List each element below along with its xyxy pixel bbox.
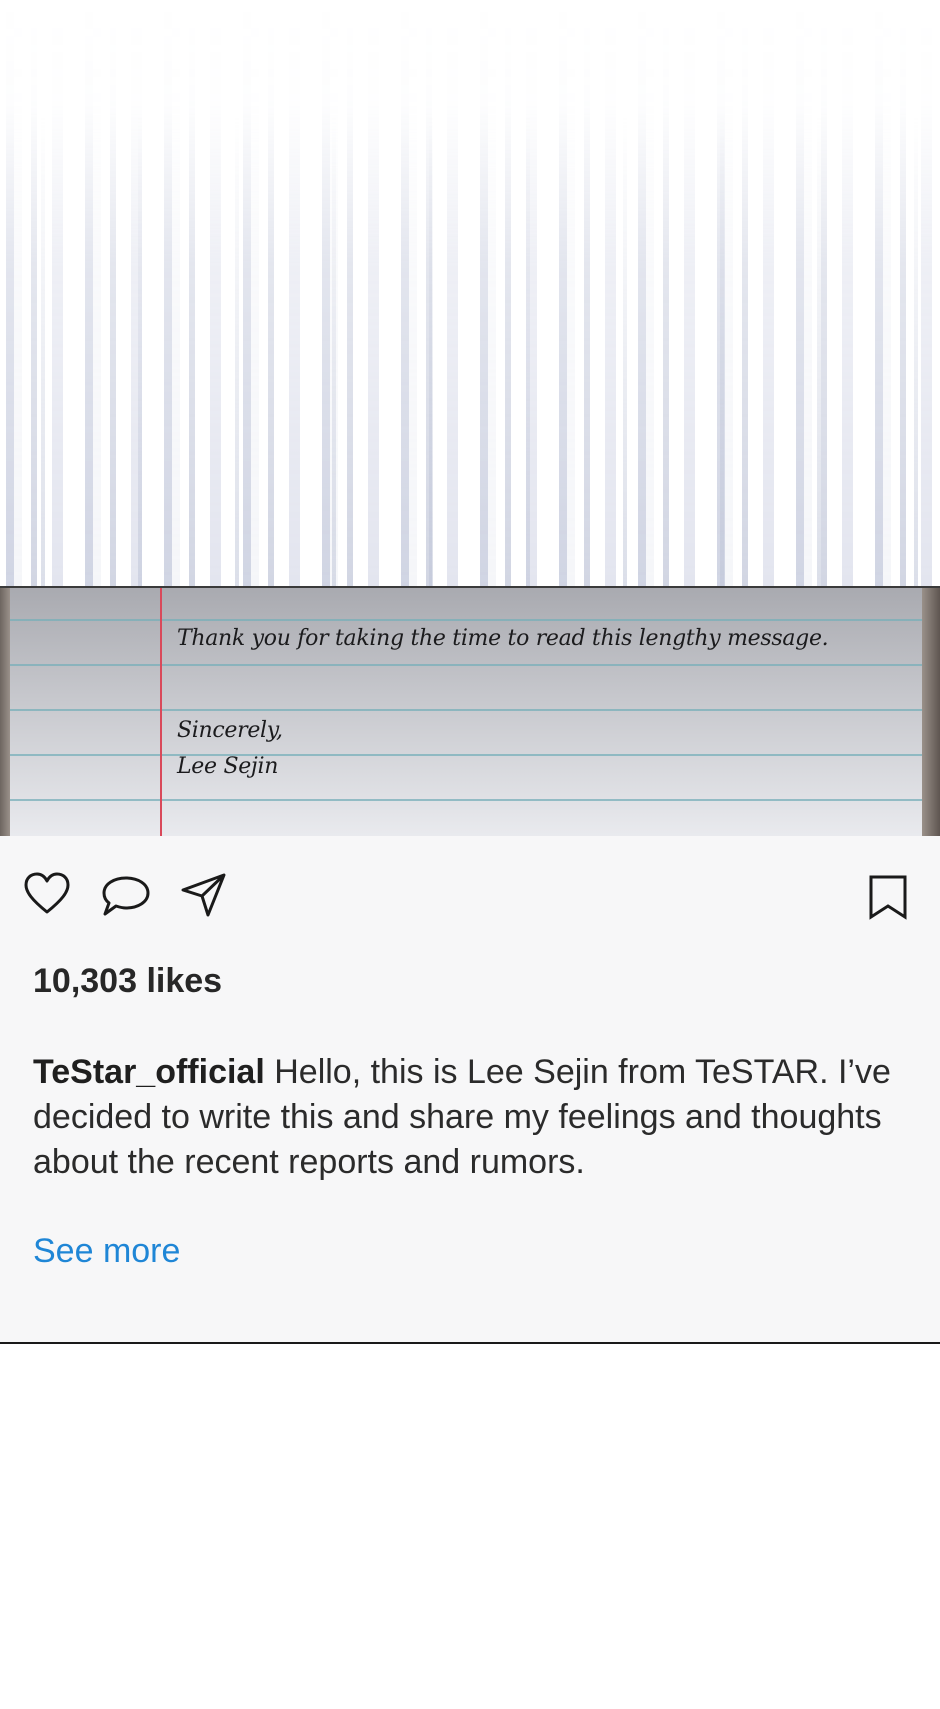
paper-margin-line — [160, 588, 162, 836]
letter-signature: Lee Sejin — [177, 754, 279, 779]
post-caption: TeStar_official Hello, this is Lee Sejin… — [33, 1050, 913, 1185]
letter-line: Thank you for taking the time to read th… — [177, 626, 829, 651]
heart-icon[interactable] — [24, 872, 70, 916]
image-frame-left — [0, 588, 10, 836]
send-icon[interactable] — [180, 872, 228, 918]
background-streaks-accent — [0, 0, 940, 586]
likes-count: 10,303 likes — [33, 962, 223, 1000]
comment-icon[interactable] — [100, 874, 152, 918]
bookmark-icon[interactable] — [868, 874, 908, 920]
post-action-bar — [0, 836, 940, 952]
see-more-link[interactable]: See more — [33, 1232, 180, 1271]
letter-closing: Sincerely, — [177, 718, 283, 743]
post-image: Thank you for taking the time to read th… — [0, 588, 940, 836]
caption-username[interactable]: TeStar_official — [33, 1053, 265, 1091]
instagram-post: Thank you for taking the time to read th… — [0, 586, 940, 1344]
image-frame-right — [922, 588, 940, 836]
